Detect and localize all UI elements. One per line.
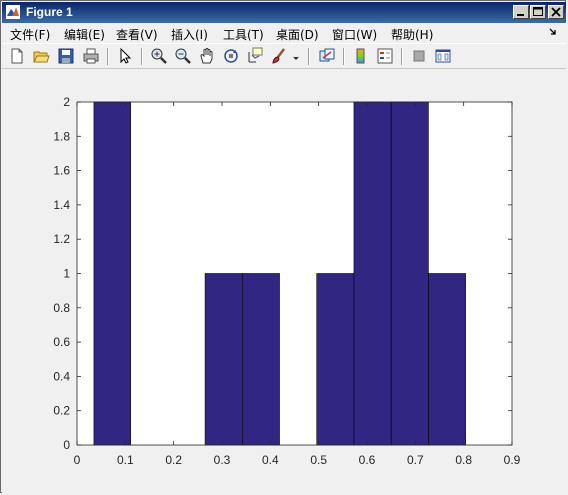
- y-tick-label: 0.6: [53, 335, 70, 349]
- select-arrow-icon[interactable]: [116, 47, 134, 65]
- show-plot-tools-icon[interactable]: [434, 47, 452, 65]
- histogram-bar[interactable]: [242, 273, 280, 446]
- histogram-bar[interactable]: [390, 101, 429, 446]
- brush-icon[interactable]: [270, 47, 288, 65]
- histogram-bar[interactable]: [428, 273, 466, 446]
- menu-file[interactable]: 文件(F): [10, 26, 50, 43]
- save-icon[interactable]: [57, 47, 75, 65]
- title-bar[interactable]: Figure 1: [2, 2, 566, 23]
- matlab-logo-icon: [6, 5, 20, 19]
- link-plot-icon[interactable]: [318, 47, 336, 65]
- minimize-button[interactable]: [513, 5, 529, 19]
- x-tick-label: 0.7: [407, 453, 424, 467]
- histogram-bar[interactable]: [204, 273, 243, 446]
- toolbar-separator: [343, 48, 345, 65]
- zoom-in-icon[interactable]: [150, 47, 168, 65]
- menu-help[interactable]: 帮助(H): [391, 26, 433, 43]
- menu-desktop[interactable]: 桌面(D): [276, 26, 319, 43]
- x-tick-label: 0.2: [165, 453, 182, 467]
- maximize-icon: [533, 7, 543, 16]
- y-tick-label: 1.2: [53, 232, 70, 246]
- window-title: Figure 1: [26, 5, 73, 19]
- pan-hand-icon[interactable]: [198, 47, 216, 65]
- data-cursor-icon[interactable]: [246, 47, 264, 65]
- legend-icon[interactable]: [376, 47, 394, 65]
- menu-tools[interactable]: 工具(T): [223, 26, 264, 43]
- open-file-icon[interactable]: [32, 47, 50, 65]
- menu-insert[interactable]: 插入(I): [171, 26, 208, 43]
- toolbar-separator: [401, 48, 403, 65]
- brush-dropdown-icon[interactable]: [290, 47, 302, 65]
- x-tick-label: 0.9: [504, 453, 521, 467]
- maximize-button[interactable]: [530, 5, 546, 19]
- y-tick-label: 0.4: [53, 369, 70, 383]
- dock-arrow-icon[interactable]: [548, 27, 558, 37]
- print-icon[interactable]: [82, 47, 100, 65]
- menu-edit[interactable]: 编辑(E): [64, 26, 105, 43]
- x-tick-label: 0: [74, 453, 81, 467]
- y-tick-label: 0: [63, 438, 70, 452]
- figure-toolbar: [2, 43, 566, 69]
- x-tick-label: 0.4: [262, 453, 279, 467]
- menu-window[interactable]: 窗口(W): [332, 26, 377, 43]
- close-button[interactable]: [548, 5, 564, 19]
- rotate-3d-icon[interactable]: [222, 47, 240, 65]
- y-tick-label: 1.4: [53, 198, 70, 212]
- y-tick-label: 1.6: [53, 164, 70, 178]
- x-tick-label: 0.5: [310, 453, 327, 467]
- y-tick-label: 0.8: [53, 301, 70, 315]
- close-icon: [551, 7, 561, 17]
- x-tick-label: 0.6: [359, 453, 376, 467]
- figure-canvas: 0 0.1 0.2 0.3 0.4 0.5 0.6 0.7 0.8 0.9 0 0.2 0.4 0.6 0.…: [2, 69, 566, 493]
- toolbar-separator: [107, 48, 109, 65]
- histogram-bar[interactable]: [316, 273, 355, 446]
- figure-window: Figure 1 文件(F) 编辑(E) 查看(V) 插入(I) 工具(T) 桌…: [0, 0, 566, 493]
- x-tick-label: 0.8: [455, 453, 472, 467]
- toolbar-separator: [308, 48, 310, 65]
- y-tick-label: 1.8: [53, 129, 70, 143]
- y-tick-label: 0.2: [53, 404, 70, 418]
- x-tick-label: 0.3: [214, 453, 231, 467]
- colorbar-icon[interactable]: [352, 47, 370, 65]
- toolbar-separator: [141, 48, 143, 65]
- menu-view[interactable]: 查看(V): [116, 26, 158, 43]
- histogram-bar[interactable]: [93, 101, 131, 446]
- y-tick-label: 2: [63, 95, 70, 109]
- x-tick-label: 0.1: [117, 453, 134, 467]
- new-figure-icon[interactable]: [8, 47, 26, 65]
- menu-bar: 文件(F) 编辑(E) 查看(V) 插入(I) 工具(T) 桌面(D) 窗口(W…: [2, 23, 566, 43]
- histogram-bar[interactable]: [353, 101, 392, 446]
- zoom-out-icon[interactable]: [174, 47, 192, 65]
- y-tick-label: 1: [63, 267, 70, 281]
- histogram-axes[interactable]: 0 0.1 0.2 0.3 0.4 0.5 0.6 0.7 0.8 0.9 0 0.2 0.4 0.6 0.…: [2, 69, 566, 493]
- hide-plot-tools-icon[interactable]: [410, 47, 428, 65]
- minimize-icon: [517, 14, 524, 16]
